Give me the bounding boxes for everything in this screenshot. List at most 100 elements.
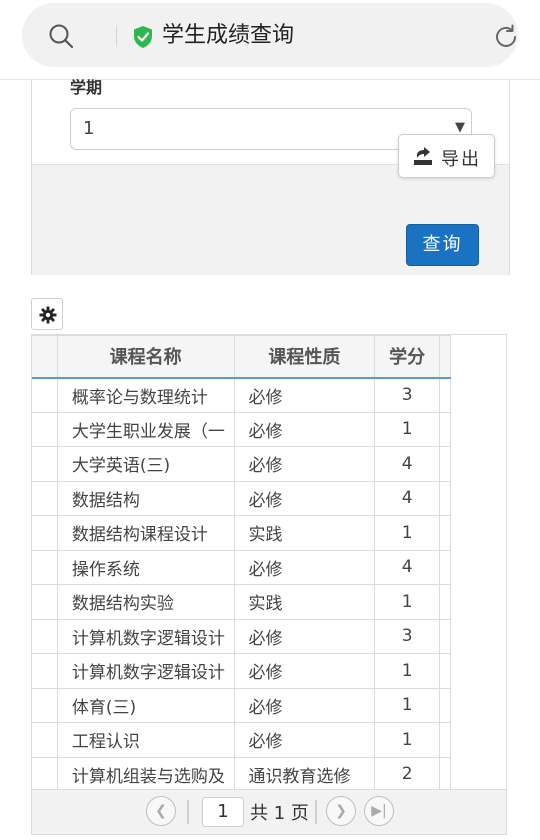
table-row[interactable]: 操作系统 必修 4 <box>32 549 452 585</box>
page-title: 学生成绩查询 <box>162 23 295 48</box>
cell-extra <box>438 480 452 516</box>
table-row[interactable]: 数据结构实验 实践 1 <box>32 584 452 620</box>
column-header-credit[interactable]: 学分 <box>374 335 440 379</box>
cell-hidden <box>32 584 58 620</box>
cell-hidden <box>32 549 58 585</box>
prev-page-button[interactable]: ❮ <box>146 796 176 826</box>
cell-course-type: 必修 <box>233 377 376 413</box>
term-select-value: 1 <box>83 118 95 139</box>
chevron-right-icon: ❯ <box>335 803 347 819</box>
table-row[interactable]: 数据结构 必修 4 <box>32 480 452 516</box>
table-row[interactable]: 计算机数字逻辑设计 必修 3 <box>32 618 452 654</box>
cell-course-type: 实践 <box>233 515 376 551</box>
table-row[interactable]: 计算机组装与选购及 通识教育选修 2 <box>32 756 452 789</box>
cell-hidden <box>32 411 58 447</box>
secure-shield-icon <box>134 26 152 48</box>
cell-credit: 4 <box>374 446 440 482</box>
cell-credit: 4 <box>374 480 440 516</box>
cell-course-type: 必修 <box>233 549 376 585</box>
cell-hidden <box>32 687 58 723</box>
cell-hidden <box>32 446 58 482</box>
grades-table: 课程名称 课程性质 学分 概率论与数理统计 必修 3 大学生职业发展（一 必修 1 大学英语… <box>32 335 452 789</box>
address-separator <box>116 25 117 47</box>
last-page-icon: ▶| <box>371 803 387 819</box>
export-icon <box>414 147 432 165</box>
pager-separator <box>315 800 317 824</box>
cell-credit: 4 <box>374 549 440 585</box>
table-row[interactable]: 大学英语(三) 必修 4 <box>32 446 452 482</box>
cell-extra <box>438 756 452 789</box>
cell-extra <box>438 515 452 551</box>
cell-hidden <box>32 756 58 789</box>
table-row[interactable]: 工程认识 必修 1 <box>32 722 452 758</box>
cell-hidden <box>32 515 58 551</box>
cell-credit: 1 <box>374 515 440 551</box>
pager-separator <box>187 800 189 824</box>
cell-credit: 3 <box>374 377 440 413</box>
column-settings-button[interactable] <box>31 298 63 330</box>
cell-course-type: 必修 <box>233 446 376 482</box>
cell-course-name: 工程认识 <box>56 722 235 758</box>
page-total-text: 共 1 页 <box>250 803 309 824</box>
cell-course-name: 计算机组装与选购及 <box>56 756 235 789</box>
cell-extra <box>438 411 452 447</box>
cell-hidden <box>32 618 58 654</box>
cell-course-name: 大学生职业发展（一 <box>56 411 235 447</box>
table-row[interactable]: 大学生职业发展（一 必修 1 <box>32 411 452 447</box>
table-body: 概率论与数理统计 必修 3 大学生职业发展（一 必修 1 大学英语(三) 必修 4 数据结构 必修 4… <box>32 377 452 789</box>
reload-icon[interactable] <box>492 23 520 51</box>
cell-course-type: 必修 <box>233 722 376 758</box>
cell-credit: 1 <box>374 584 440 620</box>
table-row[interactable]: 概率论与数理统计 必修 3 <box>32 377 452 413</box>
cell-hidden <box>32 377 58 413</box>
cell-course-type: 必修 <box>233 653 376 689</box>
table-row[interactable]: 体育(三) 必修 1 <box>32 687 452 723</box>
browser-topbar: 学生成绩查询 <box>0 0 540 80</box>
last-page-button[interactable]: ▶| <box>364 796 394 826</box>
pagination-bar: ❮ 1 共 1 页 ❯ ▶| <box>31 790 507 835</box>
table-row[interactable]: 数据结构课程设计 实践 1 <box>32 515 452 551</box>
cell-credit: 3 <box>374 618 440 654</box>
gear-icon <box>39 306 57 324</box>
cell-course-name: 数据结构 <box>56 480 235 516</box>
export-button[interactable]: 导出 <box>398 134 495 178</box>
term-label: 学期 <box>70 78 103 97</box>
address-bar[interactable]: 学生成绩查询 <box>22 3 518 67</box>
next-page-button[interactable]: ❯ <box>326 796 356 826</box>
chevron-down-icon: ▼ <box>455 120 465 135</box>
cell-extra <box>438 446 452 482</box>
column-header-hidden[interactable] <box>32 335 58 379</box>
cell-extra <box>438 377 452 413</box>
cell-course-name: 计算机数字逻辑设计 <box>56 618 235 654</box>
cell-course-type: 必修 <box>233 687 376 723</box>
cell-course-type: 必修 <box>233 618 376 654</box>
cell-credit: 2 <box>374 756 440 789</box>
search-icon[interactable] <box>48 23 74 49</box>
cell-course-type: 必修 <box>233 480 376 516</box>
cell-credit: 1 <box>374 722 440 758</box>
cell-course-name: 体育(三) <box>56 687 235 723</box>
cell-course-type: 通识教育选修 <box>233 756 376 789</box>
cell-hidden <box>32 480 58 516</box>
cell-course-name: 大学英语(三) <box>56 446 235 482</box>
table-header-row: 课程名称 课程性质 学分 <box>32 335 452 379</box>
grades-table-container[interactable]: 课程名称 课程性质 学分 概率论与数理统计 必修 3 大学生职业发展（一 必修 1 大学英语… <box>31 334 507 790</box>
cell-extra <box>438 653 452 689</box>
cell-credit: 1 <box>374 653 440 689</box>
cell-extra <box>438 584 452 620</box>
column-header-course-type[interactable]: 课程性质 <box>233 335 376 379</box>
cell-credit: 1 <box>374 411 440 447</box>
cell-course-name: 概率论与数理统计 <box>56 377 235 413</box>
cell-course-name: 数据结构课程设计 <box>56 515 235 551</box>
query-button[interactable]: 查询 <box>406 224 479 266</box>
cell-hidden <box>32 653 58 689</box>
cell-course-type: 实践 <box>233 584 376 620</box>
page-number-input[interactable]: 1 <box>202 797 244 827</box>
cell-course-name: 数据结构实验 <box>56 584 235 620</box>
column-header-course-name[interactable]: 课程名称 <box>56 335 235 379</box>
table-row[interactable]: 计算机数字逻辑设计 必修 1 <box>32 653 452 689</box>
cell-credit: 1 <box>374 687 440 723</box>
cell-course-name: 操作系统 <box>56 549 235 585</box>
cell-extra <box>438 687 452 723</box>
chevron-left-icon: ❮ <box>155 803 167 819</box>
